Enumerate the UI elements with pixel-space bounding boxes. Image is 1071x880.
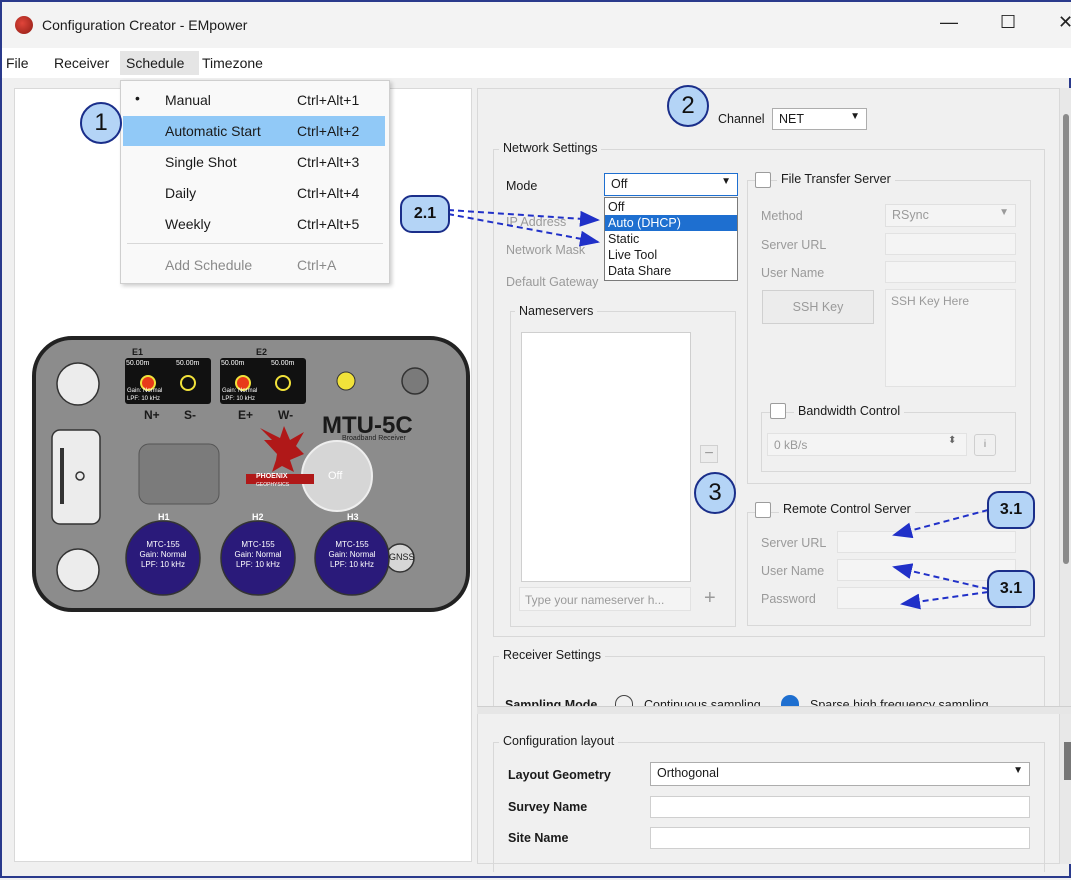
callout-1: 1 xyxy=(80,102,122,144)
arrow-3-1-to-user-name xyxy=(892,563,989,590)
callout-2: 2 xyxy=(667,85,709,127)
app-window: Configuration Creator - EMpower — ☐ ✕ Fi… xyxy=(0,0,1071,878)
arrow-3-1-to-password xyxy=(900,591,989,610)
callout-3: 3 xyxy=(694,472,736,514)
arrow-2-1-to-static xyxy=(447,213,600,247)
callout-3-1-bottom: 3.1 xyxy=(987,570,1035,608)
arrow-3-1-to-server-url xyxy=(892,509,989,539)
annotation-arrows xyxy=(447,209,989,610)
callout-2-1: 2.1 xyxy=(400,195,450,233)
callout-3-1-top: 3.1 xyxy=(987,491,1035,529)
